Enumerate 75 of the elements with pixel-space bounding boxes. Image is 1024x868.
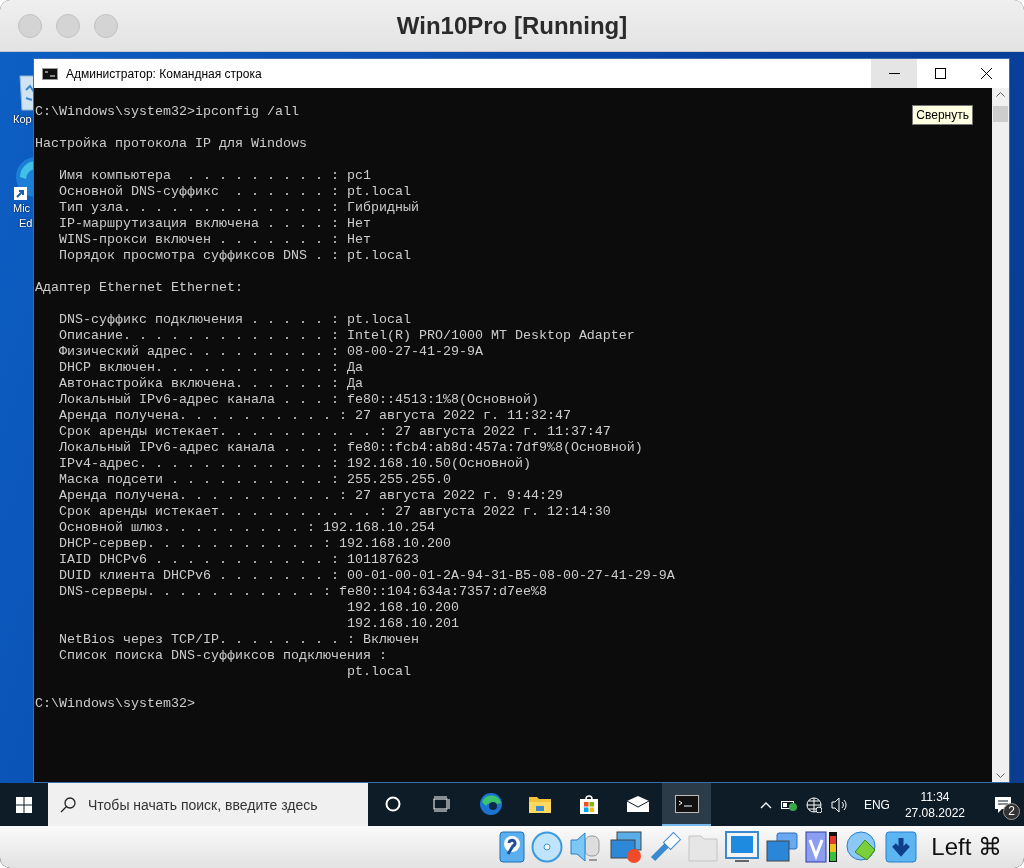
- console-line: DNS-суффикс подключения . . . . . : pt.local: [58, 312, 411, 328]
- clock-date[interactable]: 27.08.2022: [904, 805, 965, 820]
- circle-icon: [384, 795, 401, 812]
- search-placeholder: Чтобы начать поиск, введите здесь: [88, 796, 318, 813]
- browser-icon: [478, 791, 503, 816]
- console-line: Порядок просмотра суффиксов DNS . : pt.local: [58, 248, 411, 264]
- console-line: Локальный IPv6-адрес канала . . . : fe80::4513:1%8(Основной): [58, 392, 539, 408]
- tooltip: Свернуть: [912, 105, 973, 125]
- console-line: IAID DHCPv6 . . . . . . . . . . . : 101187623: [58, 552, 419, 568]
- usb-icon: [649, 831, 682, 863]
- host-key-label: Left ⌘: [931, 833, 1002, 861]
- speaker-icon[interactable]: [830, 796, 849, 813]
- console-line: Срок аренды истекает. . . . . . . . . . : 27 августа 2022 г. 11:37:47: [58, 424, 611, 440]
- taskbar-app-button[interactable]: [662, 783, 711, 826]
- console-line: DHCP включен. . . . . . . . . . . : Да: [58, 360, 363, 376]
- close-icon: [980, 68, 992, 79]
- terminal-icon: [674, 794, 699, 813]
- envelope-icon: [625, 794, 650, 813]
- cpu-meter-icon: [805, 830, 840, 864]
- maximize-icon: [934, 68, 946, 79]
- console-line: Основной шлюз. . . . . . . . . : 192.168.10.254: [58, 520, 435, 536]
- windows-logo-icon: [16, 796, 32, 813]
- console-line: DUID клиента DHCPv6 . . . . . . . : 00-01-00-01-2A-94-31-B5-08-00-27-41-29-9A: [58, 568, 675, 584]
- globe-icon[interactable]: [805, 796, 822, 813]
- console-line: DHCP-сервер. . . . . . . . . . . : 192.168.10.200: [58, 536, 451, 552]
- desktop-icon-label: Кор: [13, 112, 32, 127]
- console-line: Автонастройка включена. . . . . . : Да: [58, 376, 363, 392]
- console-line: 192.168.10.200: [345, 600, 459, 616]
- store-bag-icon: [577, 792, 600, 815]
- console-line: Адаптер Ethernet Ethernet:: [35, 280, 243, 296]
- window-title: Win10Pro [Running]: [396, 11, 628, 40]
- console-line: IP-маршрутизация включена . . . . : Нет: [58, 216, 371, 232]
- search-field[interactable]: Чтобы начать поиск, введите здесь: [48, 783, 368, 826]
- scroll-down-icon: [996, 773, 1005, 778]
- console-line: Аренда получена. . . . . . . . . . : 27 августа 2022 г. 9:44:29: [58, 488, 563, 504]
- console-line: Срок аренды истекает. . . . . . . . . . : 27 августа 2022 г. 12:14:30: [58, 504, 611, 520]
- console-line: DNS-серверы. . . . . . . . . . . : fe80::104:634a:7357:d7ee%8: [58, 584, 547, 600]
- folder-icon: [687, 832, 720, 862]
- optical-disc-icon: [531, 831, 564, 863]
- console-line: Аренда получена. . . . . . . . . . : 27 августа 2022 г. 11:32:47: [58, 408, 571, 424]
- language-indicator[interactable]: ENG: [863, 797, 890, 812]
- console-line: WINS-прокси включен . . . . . . . : Нет: [58, 232, 371, 248]
- network-icon: [609, 830, 644, 864]
- video-camera-icon: [765, 831, 800, 863]
- console-line: 192.168.10.201: [345, 616, 459, 632]
- search-icon: [60, 796, 76, 813]
- console-line: IPv4-адрес. . . . . . . . . . . . : 192.168.10.50(Основной): [58, 456, 531, 472]
- scroll-thumb[interactable]: [993, 106, 1008, 122]
- chevron-up-icon[interactable]: [759, 800, 772, 809]
- console-line: pt.local: [345, 664, 411, 680]
- desktop-icon-label: Ed: [19, 216, 33, 231]
- clock-time[interactable]: 11:34: [920, 789, 950, 804]
- console-line: C:\Windows\system32>: [35, 696, 195, 712]
- task-view-icon: [432, 795, 451, 812]
- scrollbar[interactable]: [992, 88, 1009, 782]
- console-line: Тип узла. . . . . . . . . . . . . : Гибридный: [58, 200, 419, 216]
- console-line: NetBios через TCP/IP. . . . . . . . : Включен: [58, 632, 419, 648]
- console-line: Маска подсети . . . . . . . . . . : 255.255.255.0: [58, 472, 451, 488]
- desktop-icon-label: Mic: [13, 201, 31, 216]
- console-title: Администратор: Командная строка: [66, 66, 262, 81]
- console-line: Описание. . . . . . . . . . . . . : Intel(R) PRO/1000 MT Desktop Adapter: [58, 328, 635, 344]
- console-line: Настройка протокола IP для Windows: [35, 136, 307, 152]
- terminal-icon: [42, 67, 58, 80]
- minimize-icon: [888, 73, 900, 74]
- console-line: Локальный IPv6-адрес канала . . . : fe80::fcb4:ab8d:457a:7df9%8(Основной): [58, 440, 643, 456]
- battery-icon[interactable]: [780, 798, 797, 811]
- console-line: Список поиска DNS-суффиксов подключения :: [58, 648, 387, 664]
- console-line: Имя компьютера . . . . . . . . . : pc1: [58, 168, 371, 184]
- console-line: C:\Windows\system32>ipconfig /all: [35, 104, 299, 120]
- display-icon: [725, 831, 760, 863]
- scroll-up-icon: [996, 92, 1005, 97]
- console-line: Физический адрес. . . . . . . . . : 08-00-27-41-29-9A: [58, 344, 483, 360]
- notification-count: 2: [1003, 802, 1020, 820]
- console-line: Основной DNS-суффикс . . . . . . : pt.local: [58, 184, 411, 200]
- notifications-button[interactable]: 2: [988, 789, 1018, 820]
